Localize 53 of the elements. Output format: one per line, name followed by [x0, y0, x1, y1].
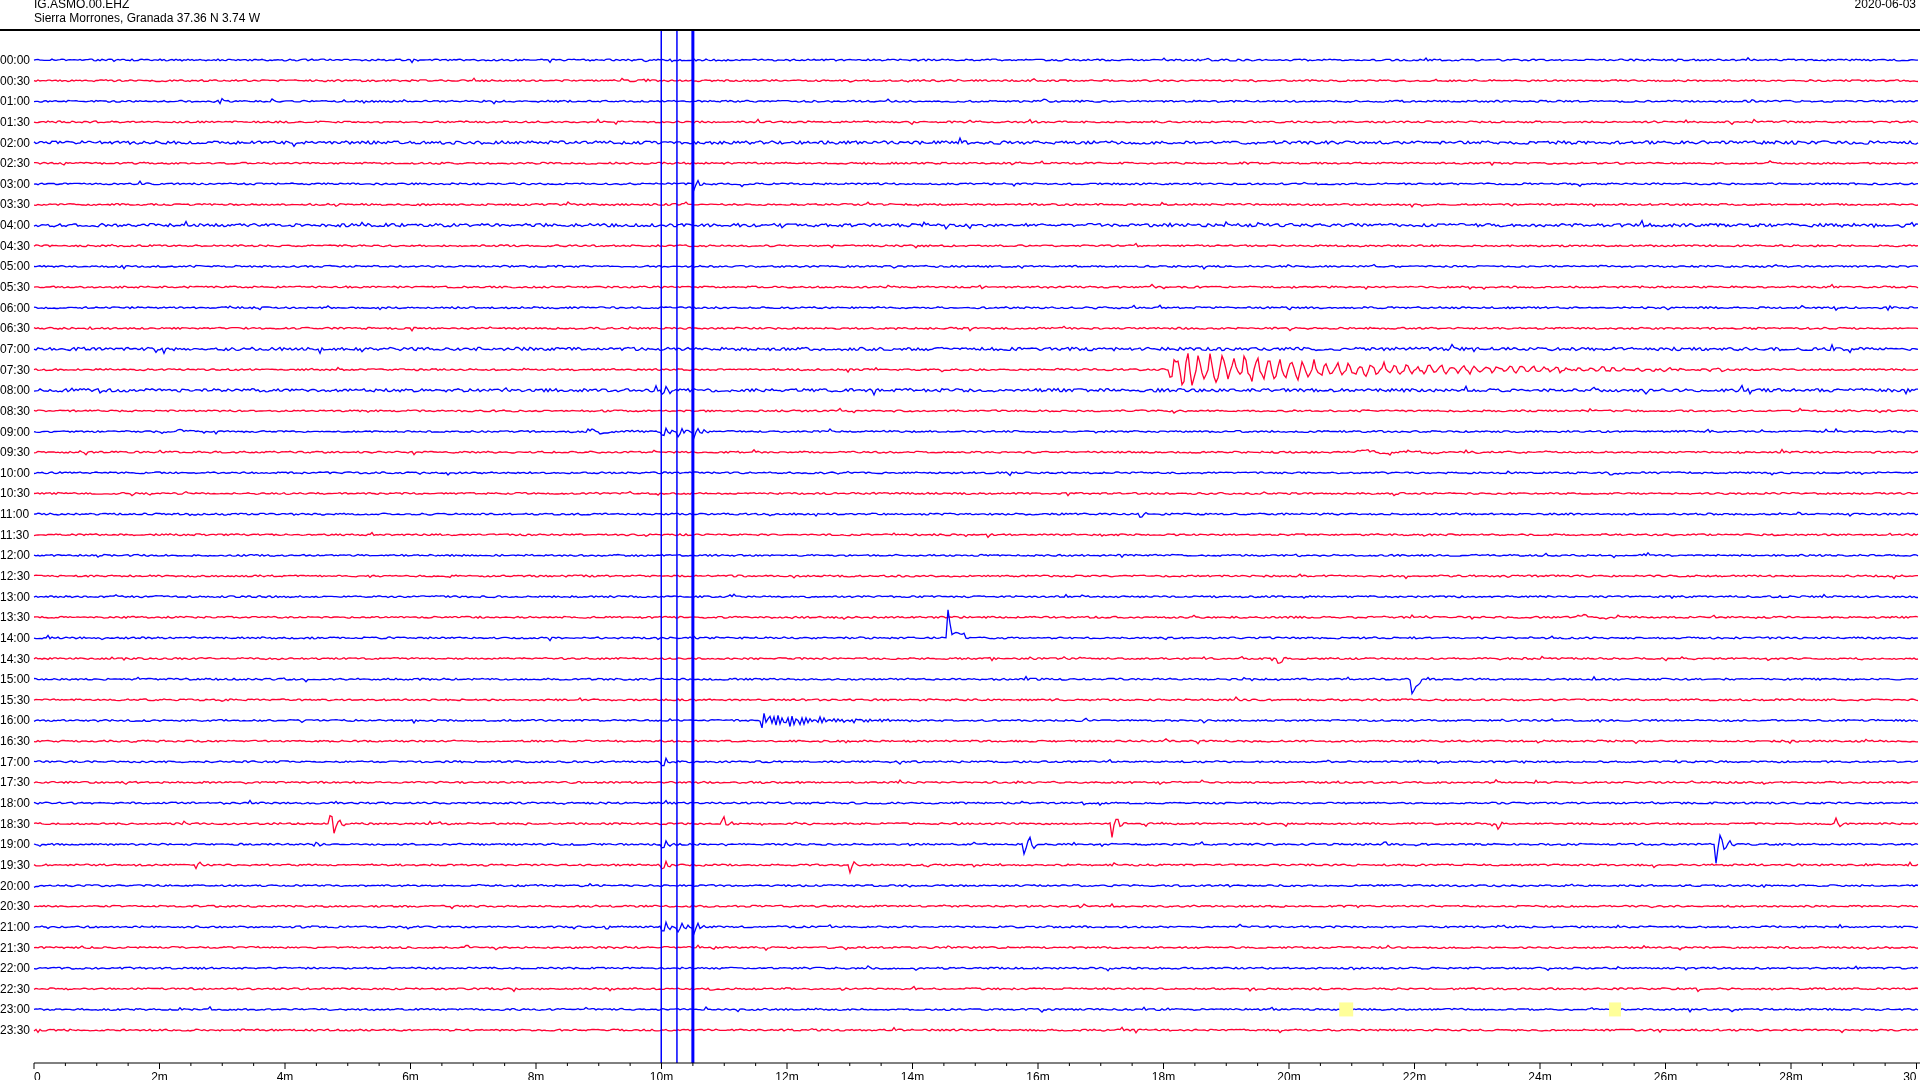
time-label: 07:00: [0, 341, 31, 356]
time-label: 23:30: [0, 1023, 31, 1038]
highlight-marker: [1339, 1002, 1354, 1017]
time-label: 06:00: [0, 300, 31, 315]
time-label: 08:30: [0, 403, 31, 418]
time-label: 18:30: [0, 816, 31, 831]
time-label: 02:00: [0, 135, 31, 150]
time-label: 22:00: [0, 961, 31, 976]
time-label: 17:30: [0, 775, 31, 790]
station-code: IG.ASMO.00.EHZ: [34, 0, 131, 11]
time-label: 03:30: [0, 197, 31, 212]
time-label: 09:00: [0, 424, 31, 439]
time-label: 13:00: [0, 589, 31, 604]
time-label: 05:00: [0, 259, 31, 274]
time-label: 11:00: [0, 507, 30, 522]
time-label: 23:00: [0, 1002, 31, 1017]
time-label: 14:00: [0, 630, 31, 645]
time-label: 17:00: [0, 754, 31, 769]
time-label: 14:30: [0, 651, 31, 666]
time-label: 22:30: [0, 981, 31, 996]
time-label: 03:00: [0, 176, 31, 191]
time-label: 13:30: [0, 610, 31, 625]
time-label: 09:30: [0, 445, 31, 460]
time-label: 00:00: [0, 53, 31, 67]
time-label: 06:30: [0, 321, 31, 336]
time-label: 15:00: [0, 672, 31, 687]
highlight-marker: [1609, 1002, 1622, 1017]
time-label: 00:30: [0, 73, 31, 88]
date-label: 2020-06-03: [1854, 0, 1916, 13]
time-label: 19:30: [0, 857, 31, 872]
time-label: 04:00: [0, 218, 31, 233]
time-label: 07:30: [0, 362, 31, 377]
time-label: 19:00: [0, 837, 31, 852]
time-label: 21:00: [0, 919, 31, 934]
time-label: 16:30: [0, 734, 31, 749]
station-location: Sierra Morrones, Granada 37.36 N 3.74 W: [34, 11, 261, 25]
time-label: 18:00: [0, 796, 31, 811]
time-label: 10:30: [0, 486, 31, 501]
time-label: 01:00: [0, 94, 31, 109]
time-label: 20:30: [0, 899, 31, 914]
time-label: 20:00: [0, 878, 31, 893]
time-label: 10:00: [0, 465, 31, 480]
time-label: 16:00: [0, 713, 31, 728]
time-label: 08:00: [0, 383, 31, 398]
time-label: 04:30: [0, 238, 31, 253]
time-label: 05:30: [0, 280, 31, 295]
time-label: 11:30: [0, 527, 30, 542]
time-label: 21:30: [0, 940, 31, 955]
time-label: 12:30: [0, 569, 31, 583]
time-label: 02:30: [0, 156, 31, 171]
time-label: 01:30: [0, 114, 31, 129]
time-label: 15:30: [0, 692, 31, 707]
time-label: 12:00: [0, 548, 31, 563]
